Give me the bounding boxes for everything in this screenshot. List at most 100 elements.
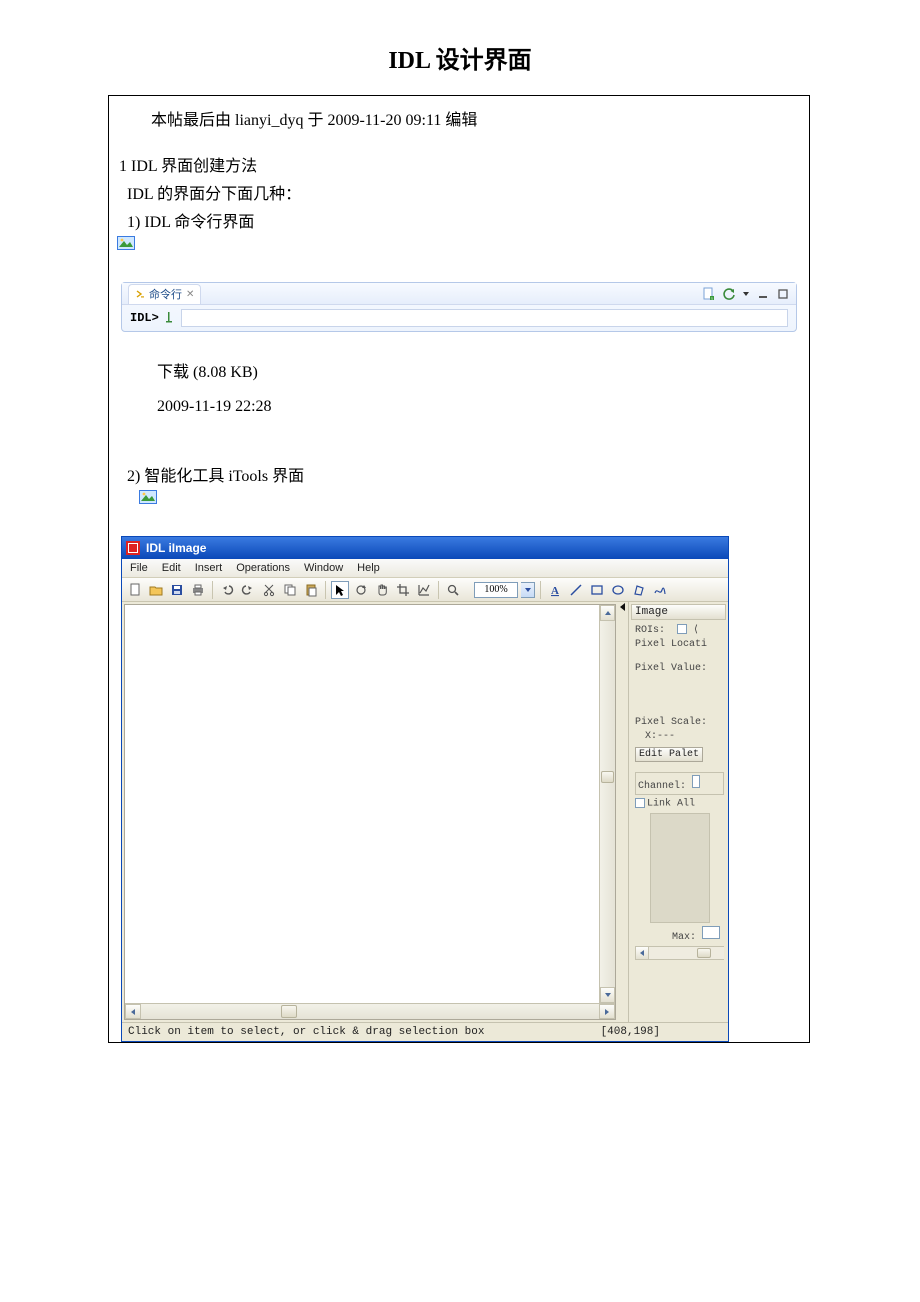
max-label: Max:	[672, 932, 696, 943]
histogram-preview	[650, 813, 710, 923]
scroll-left-icon[interactable]	[125, 1004, 141, 1019]
svg-text:A: A	[551, 585, 559, 597]
tab-command-line[interactable]: 命令行 ✕	[128, 284, 201, 304]
canvas-wrapper: www.bdocx.com	[124, 604, 616, 1020]
open-icon[interactable]	[147, 581, 165, 599]
scroll-left-icon[interactable]	[635, 946, 649, 960]
crop-icon[interactable]	[394, 581, 412, 599]
panel-collapse-handle[interactable]	[618, 602, 628, 1022]
download-link[interactable]: 下载 (8.08 KB)	[109, 340, 809, 388]
vertical-scrollbar[interactable]	[599, 605, 615, 1003]
idl-prompt: IDL>	[130, 311, 159, 325]
horizontal-scrollbar[interactable]	[125, 1003, 615, 1019]
scroll-track[interactable]	[600, 621, 615, 987]
zoom-input[interactable]: 100%	[474, 582, 518, 598]
scroll-right-icon[interactable]	[599, 1004, 615, 1019]
side-panel: Image ROIs: ⟨ Pixel Locati Pixel Value: …	[628, 602, 728, 1022]
image-placeholder-icon	[117, 236, 135, 250]
menu-edit[interactable]: Edit	[162, 562, 181, 574]
channel-label: Channel:	[638, 781, 686, 792]
image-placeholder-icon	[139, 490, 157, 504]
canvas[interactable]: www.bdocx.com	[125, 605, 599, 1003]
scroll-up-icon[interactable]	[600, 605, 615, 621]
roi-rect-icon[interactable]	[677, 624, 687, 634]
pixel-location-label: Pixel Locati	[635, 639, 724, 650]
command-line-panel: 命令行 ✕ x IDL>	[121, 282, 797, 332]
pixel-scale-label: Pixel Scale:	[635, 717, 724, 728]
freehand-icon[interactable]	[651, 581, 669, 599]
menu-insert[interactable]: Insert	[195, 562, 223, 574]
zoom-dropdown[interactable]	[521, 582, 535, 598]
scroll-thumb[interactable]	[601, 771, 614, 783]
text-line: 2) 智能化工具 iTools 界面	[109, 460, 809, 488]
max-input[interactable]	[702, 926, 720, 939]
text-line: IDL 的界面分下面几种：	[109, 178, 809, 206]
menu-window[interactable]: Window	[304, 562, 343, 574]
window-titlebar[interactable]: IDL iImage	[122, 537, 728, 559]
copy-icon[interactable]	[281, 581, 299, 599]
tabbar-right-controls: x	[702, 287, 790, 301]
new-icon[interactable]	[126, 581, 144, 599]
window-title: IDL iImage	[146, 541, 206, 555]
paste-icon[interactable]	[302, 581, 320, 599]
svg-text:x: x	[711, 295, 713, 300]
post-edit-note: 本帖最后由 lianyi_dyq 于 2009-11-20 09:11 编辑	[109, 96, 809, 150]
cut-icon[interactable]	[260, 581, 278, 599]
pixel-scale-x: X:---	[635, 731, 724, 742]
command-input[interactable]	[181, 309, 788, 327]
scroll-track[interactable]	[649, 946, 724, 960]
tab-bar: 命令行 ✕ x	[122, 283, 796, 305]
refresh-icon[interactable]	[722, 287, 736, 301]
redo-icon[interactable]	[239, 581, 257, 599]
undo-icon[interactable]	[218, 581, 236, 599]
zoom-icon[interactable]	[444, 581, 462, 599]
new-doc-icon[interactable]: x	[702, 287, 716, 301]
line-icon[interactable]	[567, 581, 585, 599]
side-horizontal-scrollbar[interactable]	[635, 946, 724, 960]
rotate-icon[interactable]	[352, 581, 370, 599]
menu-operations[interactable]: Operations	[236, 562, 290, 574]
prompt-icon	[135, 287, 145, 301]
dropdown-arrow-icon[interactable]	[742, 287, 750, 301]
rectangle-icon[interactable]	[588, 581, 606, 599]
scroll-down-icon[interactable]	[600, 987, 615, 1003]
menu-help[interactable]: Help	[357, 562, 380, 574]
save-icon[interactable]	[168, 581, 186, 599]
edit-palette-button[interactable]: Edit Palet	[635, 747, 703, 762]
toolbar: 100% A	[122, 578, 728, 602]
status-bar: Click on item to select, or click & drag…	[122, 1022, 728, 1041]
scroll-track[interactable]	[141, 1004, 599, 1019]
close-icon[interactable]: ✕	[186, 289, 194, 300]
text-icon[interactable]: A	[546, 581, 564, 599]
caret-icon	[165, 311, 175, 325]
iimage-window: IDL iImage File Edit Insert Operations W…	[121, 536, 729, 1042]
profile-icon[interactable]	[415, 581, 433, 599]
status-text: Click on item to select, or click & drag…	[128, 1026, 484, 1038]
page-title: IDL 设计界面	[0, 0, 920, 95]
section-heading: 1 IDL 界面创建方法	[109, 150, 809, 178]
print-icon[interactable]	[189, 581, 207, 599]
app-icon	[126, 541, 140, 555]
side-panel-header: Image	[631, 604, 726, 620]
pointer-icon[interactable]	[331, 581, 349, 599]
polygon-icon[interactable]	[630, 581, 648, 599]
menu-bar: File Edit Insert Operations Window Help	[122, 559, 728, 578]
command-line-body: IDL>	[122, 305, 796, 331]
rois-label: ROIs:	[635, 625, 665, 636]
pixel-value-label: Pixel Value:	[635, 663, 724, 674]
pan-icon[interactable]	[373, 581, 391, 599]
link-all-label: Link All	[647, 799, 695, 810]
text-line: 1) IDL 命令行界面	[109, 206, 809, 234]
menu-file[interactable]: File	[130, 562, 148, 574]
roi-more-icon[interactable]: ⟨	[693, 625, 699, 636]
scroll-thumb[interactable]	[697, 948, 711, 958]
minimize-icon[interactable]	[756, 287, 770, 301]
link-all-checkbox[interactable]	[635, 798, 645, 808]
timestamp: 2009-11-19 22:28	[109, 388, 809, 438]
document-frame: 本帖最后由 lianyi_dyq 于 2009-11-20 09:11 编辑 1…	[108, 95, 810, 1043]
oval-icon[interactable]	[609, 581, 627, 599]
channel-select[interactable]	[692, 775, 700, 788]
tab-label: 命令行	[149, 286, 182, 302]
scroll-thumb[interactable]	[281, 1005, 297, 1018]
maximize-icon[interactable]	[776, 287, 790, 301]
